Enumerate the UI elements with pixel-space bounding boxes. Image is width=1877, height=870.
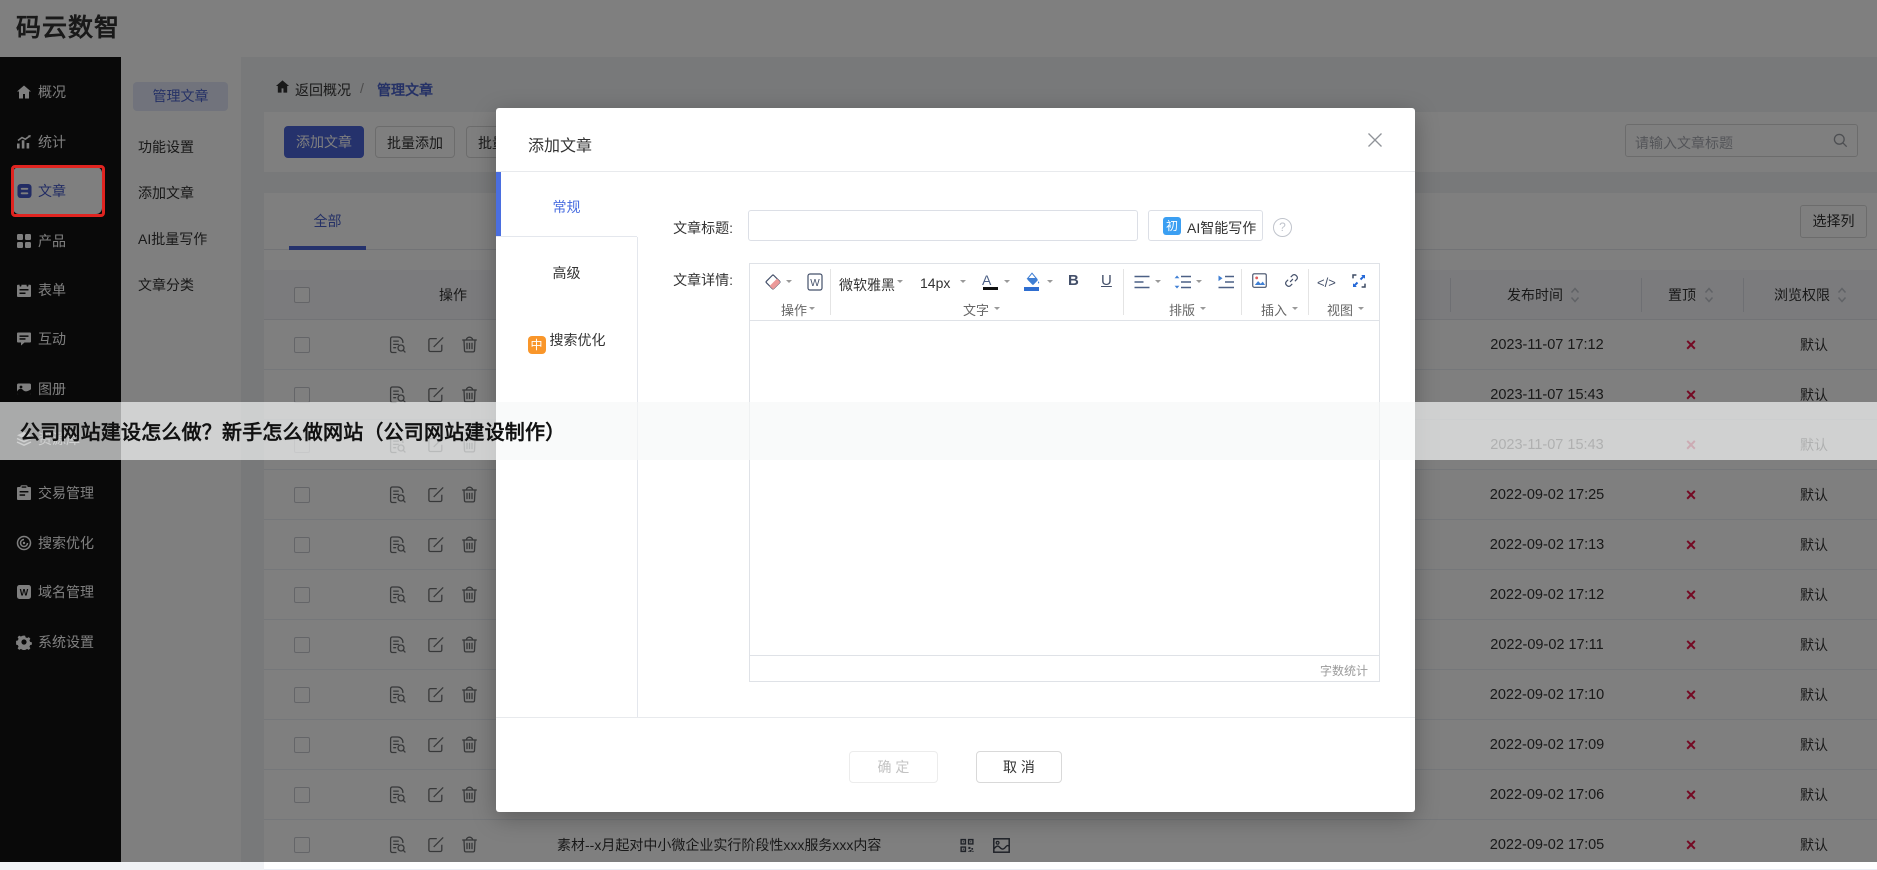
svg-text:W: W [810,278,820,289]
